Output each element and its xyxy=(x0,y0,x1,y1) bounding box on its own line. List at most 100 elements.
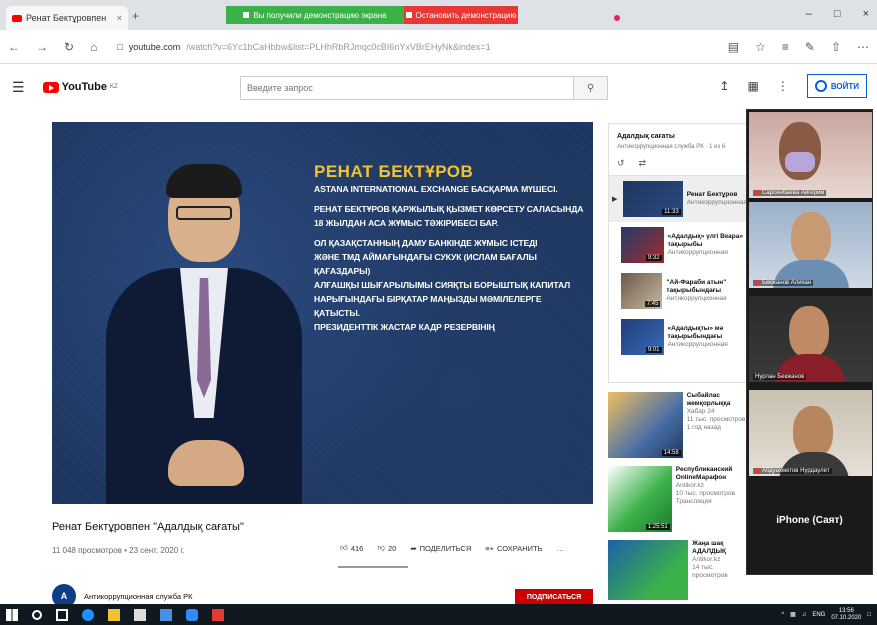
recommended-video[interactable]: Жаңа шақ АДАЛДЫҚ Antikor.kz 14 тыс. прос… xyxy=(608,540,748,604)
recommended-thumbnail: 14:58 xyxy=(608,392,683,458)
signin-button[interactable]: ВОЙТИ xyxy=(806,74,867,98)
stop-share-button[interactable]: Остановить демонстрацию xyxy=(404,6,518,24)
edge-browser-icon[interactable] xyxy=(82,608,94,621)
search-taskbar-icon[interactable] xyxy=(32,609,42,620)
screen-share-notice: Вы получили демонстрацию экрана xyxy=(226,6,404,24)
participant-tile[interactable]: Абдуахметов Нурдаулет xyxy=(749,390,872,476)
stop-share-text: Остановить демонстрацию xyxy=(415,10,517,20)
mail-icon[interactable] xyxy=(160,608,172,621)
language-indicator[interactable]: ENG xyxy=(812,612,825,618)
more-menu-icon[interactable]: ⋯ xyxy=(857,40,869,54)
share-icon xyxy=(243,12,250,18)
store-icon[interactable] xyxy=(134,608,146,621)
notes-icon[interactable]: ✎ xyxy=(805,40,815,54)
overlay-line: ASTANA INTERNATIONAL EXCHANGE БАСҚАРМА М… xyxy=(314,184,558,194)
playlist-item[interactable]: 9:32 «Адалдық» үлгі Вкара» тақырыбы Анти… xyxy=(609,222,747,268)
loop-icon[interactable]: ↺ xyxy=(617,158,625,169)
overlay-line: ОЛ ҚАЗАҚСТАННЫҢ ДАМУ БАНКІНДЕ ЖҰМЫС ІСТЕ… xyxy=(314,238,538,248)
address-bar: ← → ↻ ⌂ □ youtube.com/watch?v=6Yc1bCaHbb… xyxy=(0,30,877,64)
forward-icon[interactable]: → xyxy=(36,40,48,54)
apps-grid-icon[interactable]: ▦ xyxy=(747,79,758,93)
video-player[interactable]: РЕНАТ БЕКТҰРОВ ASTANA INTERNATIONAL EXCH… xyxy=(52,122,593,504)
windows-start-icon[interactable] xyxy=(6,608,18,621)
favorite-star-icon[interactable]: ☆ xyxy=(755,40,766,54)
overlay-line: РЕНАТ БЕКТҰРОВ ҚАРЖЫЛЫҚ ҚЫЗМЕТ КӨРСЕТУ С… xyxy=(314,204,584,214)
close-window-button[interactable]: × xyxy=(863,8,869,20)
shuffle-icon[interactable]: ⇄ xyxy=(639,158,647,169)
signin-label: ВОЙТИ xyxy=(830,81,859,91)
minimize-button[interactable]: – xyxy=(806,8,812,20)
recommended-channel: Хабар 24 xyxy=(686,408,715,415)
menu-icon[interactable]: ☰ xyxy=(12,79,25,96)
notifications-icon[interactable]: □ xyxy=(867,612,871,618)
channel-name[interactable]: Антикоррупционная служба РК xyxy=(84,592,192,601)
youtube-logo[interactable]: YouTube KZ xyxy=(42,81,118,93)
url-field[interactable]: □ youtube.com/watch?v=6Yc1bCaHbbw&list=P… xyxy=(117,42,490,52)
browser-toolbar-right: ▤ ☆ ≡ ✎ ⇧ ⋯ xyxy=(728,40,869,54)
tray-chevron-icon[interactable]: ^ xyxy=(781,612,784,618)
save-button[interactable]: ≡+ СОХРАНИТЬ xyxy=(485,544,542,553)
clock-time: 13:56 xyxy=(838,607,854,614)
muted-mic-icon xyxy=(755,280,760,286)
search-button[interactable]: ⚲ xyxy=(573,77,607,99)
browser-tab[interactable]: Ренат Бектұровпен × xyxy=(6,6,620,30)
tab-close-icon[interactable]: × xyxy=(117,13,122,23)
file-explorer-icon[interactable] xyxy=(108,608,120,621)
muted-mic-icon xyxy=(755,190,760,196)
settings-dots-icon[interactable]: ⋮ xyxy=(777,79,789,93)
network-icon[interactable]: ▩ xyxy=(790,611,796,618)
participant-label: Абдуахметов Нурдаулет xyxy=(753,468,832,474)
search-input[interactable] xyxy=(241,77,573,99)
volume-icon[interactable]: ♫ xyxy=(802,612,807,618)
overlay-name: РЕНАТ БЕКТҰРОВ xyxy=(314,162,474,181)
more-actions-button[interactable]: … xyxy=(557,544,565,553)
playlist-item-text: «Адалдықты» мә тақырыбындағы Антикоррупц… xyxy=(668,325,748,349)
recommended-meta: 14 тыс. просмотров xyxy=(692,564,728,579)
playlist-thumbnail: 9:32 xyxy=(620,227,664,263)
new-tab-button[interactable]: + xyxy=(132,9,139,23)
share-page-icon[interactable]: ⇧ xyxy=(831,40,841,54)
participant-tile[interactable]: Бекжанов Алихан xyxy=(749,202,872,288)
refresh-icon[interactable]: ↻ xyxy=(64,40,74,54)
playlist-item[interactable]: 9:01 «Адалдықты» мә тақырыбындағы Антико… xyxy=(609,314,747,360)
participant-tile[interactable]: Сарсенбаева Айгерим xyxy=(749,112,872,198)
account-icon xyxy=(814,80,827,92)
home-icon[interactable]: ⌂ xyxy=(90,40,97,54)
maximize-button[interactable]: □ xyxy=(834,8,841,20)
recommended-video[interactable]: 1:25:51 Республиканский OnlineМарафон An… xyxy=(608,466,748,536)
playlist-item[interactable]: 7:45 "Ай-Фараби атын" тақырыбындағы Анти… xyxy=(609,268,747,314)
participant-label: Нурлан Бекжанов xyxy=(753,374,807,380)
thumbs-down-icon: 👎︎ xyxy=(377,543,385,552)
recommended-meta: 11 тыс. просмотров xyxy=(686,416,746,423)
clock[interactable]: 13:56 07.10.2020 xyxy=(831,608,861,622)
playlist-thumbnail: 11:33 xyxy=(622,181,683,217)
playlist-item-title: "Ай-Фараби атын" тақырыбындағы xyxy=(666,279,727,294)
like-count: 416 xyxy=(350,543,364,553)
overlay-line: НАРЫҒЫНДАҒЫ БІРҚАТАР МАҢЫЗДЫ МӘМІЛЕЛЕРГЕ… xyxy=(314,294,542,318)
back-icon[interactable]: ← xyxy=(8,40,20,54)
now-playing-icon: ▶ xyxy=(612,196,618,203)
speaker-hair xyxy=(166,164,242,198)
duration-badge: 7:45 xyxy=(644,301,661,307)
playlist-title[interactable]: Адалдық сағаты xyxy=(617,132,739,142)
share-button[interactable]: ➦ ПОДЕЛИТЬСЯ xyxy=(410,544,471,553)
dislike-button[interactable]: 👎︎ 20 xyxy=(377,543,396,553)
participant-face xyxy=(791,212,831,264)
zoom-app-icon[interactable] xyxy=(186,608,198,621)
recommended-channel: Antikor.kz xyxy=(675,482,704,489)
participant-name: Нурлан Бекжанов xyxy=(755,374,805,380)
playlist-item[interactable]: ▶ 11:33 Ренат Бектұров Антикоррупционная xyxy=(609,176,747,222)
app-icon[interactable] xyxy=(212,608,224,621)
windows-taskbar: ^ ▩ ♫ ENG 13:56 07.10.2020 □ xyxy=(0,604,877,625)
browser-tabstrip: Ренат Бектұровпен × + Вы получили демонс… xyxy=(0,0,877,30)
favorites-list-icon[interactable]: ≡ xyxy=(782,40,789,54)
subscribe-button[interactable]: ПОДПИСАТЬСЯ xyxy=(515,589,593,605)
reading-view-icon[interactable]: ▤ xyxy=(728,40,739,54)
task-view-icon[interactable] xyxy=(56,608,68,621)
zoom-participants-panel: Сарсенбаева Айгерим Бекжанов Алихан Нурл… xyxy=(746,109,873,575)
phone-participant-label[interactable]: iPhone (Саят) xyxy=(747,500,872,540)
upload-icon[interactable]: ↥ xyxy=(719,79,729,93)
participant-tile[interactable]: Нурлан Бекжанов xyxy=(749,296,872,382)
like-button[interactable]: 👍︎ 416 xyxy=(340,543,363,553)
recommended-video[interactable]: 14:58 Сыбайлас жемқорлыққа Хабар 24 11 т… xyxy=(608,392,748,462)
